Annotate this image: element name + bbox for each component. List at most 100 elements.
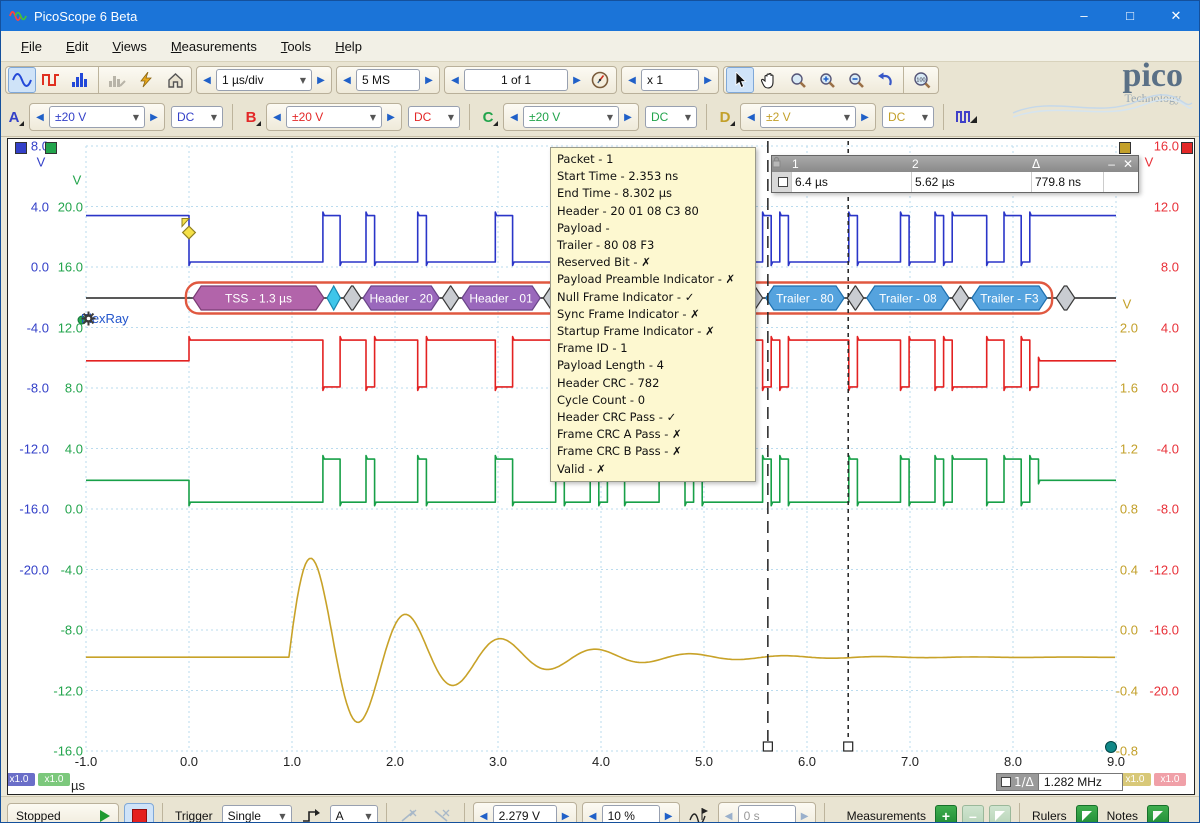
trigger-level-field[interactable]: 2.279 V (493, 805, 557, 823)
frequency-legend-checkbox[interactable] (1001, 777, 1011, 787)
normal-selection-tool[interactable] (726, 67, 754, 93)
undo-zoom-button[interactable] (871, 67, 899, 93)
buffer-prev-button[interactable]: ◀ (447, 75, 463, 86)
post-trigger-delay-button[interactable] (685, 803, 713, 823)
scale-badge[interactable]: x1.0 (38, 773, 70, 786)
ruler-legend-checkbox[interactable] (778, 177, 788, 187)
ruler-legend-minimize[interactable]: – (1108, 156, 1115, 172)
channel-D-range-prev[interactable]: ◀ (743, 112, 759, 123)
channel-B-range-select[interactable]: ±20 V▼ (286, 106, 382, 128)
scale-badge[interactable]: x1.0 (1119, 773, 1151, 786)
trigger-mode-select[interactable]: Single ▼ (222, 805, 292, 823)
lock-icon[interactable] (772, 156, 781, 168)
channel-D-range-next[interactable]: ▶ (857, 112, 873, 123)
edit-measurement-button[interactable] (989, 805, 1011, 823)
advanced-trigger-button[interactable] (297, 803, 325, 823)
channel-A-menu[interactable]: A (5, 109, 23, 126)
channel-C-menu[interactable]: C (479, 109, 497, 126)
buffer-navigator-button[interactable] (586, 67, 614, 93)
channel-C-range-next[interactable]: ▶ (620, 112, 636, 123)
channel-B-coupling-select[interactable]: DC▼ (408, 106, 460, 128)
falling-edge-button[interactable] (428, 803, 456, 823)
zoom-factor-field[interactable]: x 1 (641, 69, 699, 91)
decode-segment[interactable] (327, 286, 340, 310)
posttrigger-up-button[interactable]: ▶ (797, 811, 813, 822)
posttrigger-down-button[interactable]: ◀ (721, 811, 737, 822)
marquee-zoom-tool[interactable] (784, 67, 812, 93)
level-up-button[interactable]: ▶ (558, 811, 574, 822)
spectrum-view-button[interactable] (66, 67, 94, 93)
trigger-source-select[interactable]: A ▼ (330, 805, 378, 823)
channel-D-coupling-select[interactable]: DC▼ (882, 106, 934, 128)
channel-A-range-next[interactable]: ▶ (146, 112, 162, 123)
channel-A-range-prev[interactable]: ◀ (32, 112, 48, 123)
decode-segment[interactable] (442, 286, 458, 310)
auto-setup-button[interactable] (132, 67, 160, 93)
channel-C-range-prev[interactable]: ◀ (506, 112, 522, 123)
channel-B-menu[interactable]: B (242, 109, 260, 126)
channel-D-range-select[interactable]: ±2 V▼ (760, 106, 856, 128)
timebase-prev-button[interactable]: ◀ (199, 75, 215, 86)
channel-A-axis-handle[interactable] (15, 142, 27, 154)
menu-item-edit[interactable]: Edit (54, 35, 100, 58)
notes-button[interactable] (1147, 805, 1169, 823)
zoom-next-button[interactable]: ▶ (700, 75, 716, 86)
scope-view-button[interactable] (8, 67, 36, 93)
decode-segment[interactable] (344, 286, 362, 310)
channel-C-axis-handle[interactable] (45, 142, 57, 154)
minimize-button[interactable]: – (1061, 1, 1107, 31)
remove-measurement-button[interactable]: – (962, 805, 984, 823)
rising-edge-button[interactable] (395, 803, 423, 823)
frequency-legend[interactable]: 1/Δ 1.282 MHz (996, 773, 1123, 791)
persistence-spectrum-button[interactable] (103, 67, 131, 93)
decode-segment[interactable] (847, 286, 863, 310)
channel-D-menu[interactable]: D (716, 109, 734, 126)
stop-button[interactable] (124, 803, 154, 823)
add-measurement-button[interactable]: + (935, 805, 957, 823)
menu-item-tools[interactable]: Tools (269, 35, 323, 58)
decode-segment[interactable] (952, 286, 968, 310)
samples-next-button[interactable]: ▶ (421, 75, 437, 86)
menu-item-file[interactable]: File (9, 35, 54, 58)
samples-prev-button[interactable]: ◀ (339, 75, 355, 86)
ruler-legend-close[interactable]: ✕ (1123, 156, 1133, 172)
timebase-next-button[interactable]: ▶ (313, 75, 329, 86)
timebase-select[interactable]: 1 µs/div ▼ (216, 69, 312, 91)
close-button[interactable]: ✕ (1153, 1, 1199, 31)
zoom-prev-button[interactable]: ◀ (624, 75, 640, 86)
run-stop-button[interactable]: Stopped (7, 803, 119, 823)
pretrigger-field[interactable]: 10 % (602, 805, 660, 823)
channel-A-coupling-select[interactable]: DC▼ (171, 106, 223, 128)
channel-C-coupling-select[interactable]: DC▼ (645, 106, 697, 128)
channel-D-axis-handle[interactable] (1119, 142, 1131, 154)
level-down-button[interactable]: ◀ (476, 811, 492, 822)
ruler-handle[interactable] (763, 742, 772, 751)
pretrigger-up-button[interactable]: ▶ (661, 811, 677, 822)
scale-badge[interactable]: x1.0 (1154, 773, 1186, 786)
samples-field[interactable]: 5 MS (356, 69, 420, 91)
menu-item-help[interactable]: Help (323, 35, 374, 58)
gear-icon[interactable] (81, 311, 96, 326)
menu-item-measurements[interactable]: Measurements (159, 35, 269, 58)
buffer-field[interactable]: 1 of 1 (464, 69, 568, 91)
waveform-view[interactable]: TSS - 1.3 µsHeader - 20Header - 01Header… (7, 138, 1195, 795)
channel-B-axis-handle[interactable] (1181, 142, 1193, 154)
ruler-handle[interactable] (844, 742, 853, 751)
hand-tool[interactable] (755, 67, 783, 93)
pretrigger-down-button[interactable]: ◀ (585, 811, 601, 822)
channel-B-range-prev[interactable]: ◀ (269, 112, 285, 123)
digital-inputs-button[interactable] (953, 104, 981, 130)
zoom-out-tool[interactable] (842, 67, 870, 93)
posttrigger-field[interactable]: 0 s (738, 805, 796, 823)
persistence-view-button[interactable] (37, 67, 65, 93)
ruler-legend[interactable]: 1 2 Δ – ✕ 6.4 µs 5.62 µs 779.8 ns (771, 155, 1139, 193)
home-button[interactable] (161, 67, 189, 93)
menu-item-views[interactable]: Views (100, 35, 158, 58)
zoom-in-tool[interactable] (813, 67, 841, 93)
channel-B-range-next[interactable]: ▶ (383, 112, 399, 123)
scale-badge[interactable]: x1.0 (7, 773, 35, 786)
buffer-next-button[interactable]: ▶ (569, 75, 585, 86)
decode-segment[interactable] (1056, 286, 1075, 310)
maximize-button[interactable]: □ (1107, 1, 1153, 31)
channel-A-range-select[interactable]: ±20 V▼ (49, 106, 145, 128)
